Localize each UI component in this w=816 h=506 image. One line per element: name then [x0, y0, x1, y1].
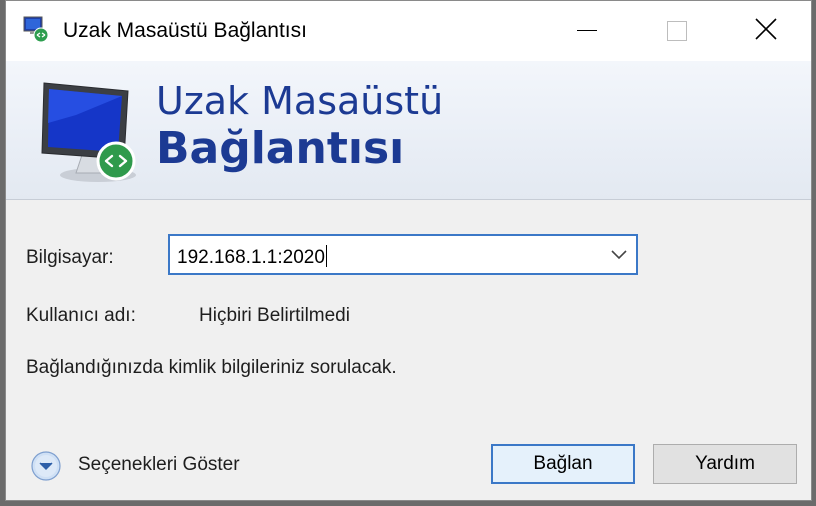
computer-combobox[interactable]: 192.168.1.1:2020	[168, 234, 638, 275]
computer-input[interactable]: 192.168.1.1:2020	[177, 245, 327, 269]
show-options-toggle[interactable]: Seçenekleri Göster	[30, 447, 270, 483]
banner-title-line1: Uzak Masaüstü	[156, 79, 444, 123]
expand-options-icon[interactable]	[30, 450, 62, 487]
maximize-button[interactable]	[631, 1, 721, 59]
banner-title-line2: Bağlantısı	[156, 123, 405, 174]
credentials-info-text: Bağlandığınızda kimlik bilgileriniz soru…	[26, 357, 397, 378]
username-value: Hiçbiri Belirtilmedi	[199, 305, 350, 326]
header-banner: Uzak Masaüstü Bağlantısı	[6, 61, 811, 200]
computer-label: Bilgisayar:	[26, 247, 114, 268]
close-icon	[755, 18, 777, 40]
title-bar[interactable]: Uzak Masaüstü Bağlantısı	[6, 1, 811, 61]
username-label: Kullanıcı adı:	[26, 305, 136, 326]
rdp-dialog: Uzak Masaüstü Bağlantısı Uzak Masaüstü B…	[5, 0, 812, 501]
text-caret	[325, 245, 327, 267]
show-options-label: Seçenekleri Göster	[78, 454, 240, 475]
computer-input-text: 192.168.1.1:2020	[177, 247, 325, 268]
window-title: Uzak Masaüstü Bağlantısı	[63, 19, 307, 42]
help-button[interactable]: Yardım	[653, 444, 797, 484]
remote-desktop-icon	[22, 15, 50, 43]
connect-button[interactable]: Bağlan	[491, 444, 635, 484]
minimize-button[interactable]	[541, 1, 631, 59]
close-button[interactable]	[721, 1, 811, 59]
remote-desktop-monitor-icon	[36, 75, 156, 185]
chevron-down-icon[interactable]	[610, 248, 628, 266]
